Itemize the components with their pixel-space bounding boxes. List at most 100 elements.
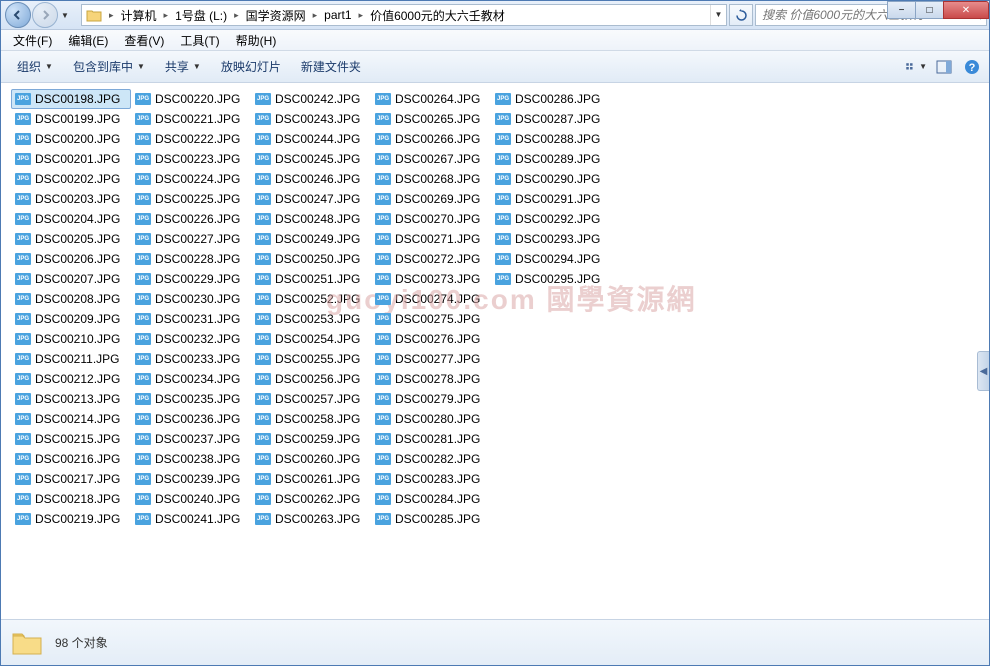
file-item[interactable]: DSC00238.JPG	[131, 449, 251, 469]
file-item[interactable]: DSC00236.JPG	[131, 409, 251, 429]
file-item[interactable]: DSC00287.JPG	[491, 109, 611, 129]
file-item[interactable]: DSC00204.JPG	[11, 209, 131, 229]
nav-history-dropdown[interactable]: ▼	[59, 5, 71, 25]
forward-button[interactable]	[32, 2, 58, 28]
menu-view[interactable]: 查看(V)	[116, 30, 172, 51]
chevron-right-icon[interactable]: ▸	[356, 10, 367, 21]
file-item[interactable]: DSC00270.JPG	[371, 209, 491, 229]
file-item[interactable]: DSC00257.JPG	[251, 389, 371, 409]
file-item[interactable]: DSC00202.JPG	[11, 169, 131, 189]
file-item[interactable]: DSC00294.JPG	[491, 249, 611, 269]
file-item[interactable]: DSC00274.JPG	[371, 289, 491, 309]
file-item[interactable]: DSC00207.JPG	[11, 269, 131, 289]
file-item[interactable]: DSC00218.JPG	[11, 489, 131, 509]
file-item[interactable]: DSC00251.JPG	[251, 269, 371, 289]
crumb-computer[interactable]: 计算机	[117, 5, 161, 25]
file-item[interactable]: DSC00248.JPG	[251, 209, 371, 229]
file-item[interactable]: DSC00259.JPG	[251, 429, 371, 449]
file-item[interactable]: DSC00219.JPG	[11, 509, 131, 529]
file-item[interactable]: DSC00212.JPG	[11, 369, 131, 389]
file-item[interactable]: DSC00260.JPG	[251, 449, 371, 469]
file-item[interactable]: DSC00201.JPG	[11, 149, 131, 169]
slideshow-button[interactable]: 放映幻灯片	[211, 54, 291, 79]
file-item[interactable]: DSC00206.JPG	[11, 249, 131, 269]
include-library-button[interactable]: 包含到库中▼	[63, 54, 155, 79]
file-item[interactable]: DSC00226.JPG	[131, 209, 251, 229]
menu-file[interactable]: 文件(F)	[5, 30, 60, 51]
file-item[interactable]: DSC00255.JPG	[251, 349, 371, 369]
file-item[interactable]: DSC00242.JPG	[251, 89, 371, 109]
file-item[interactable]: DSC00292.JPG	[491, 209, 611, 229]
file-item[interactable]: DSC00209.JPG	[11, 309, 131, 329]
file-item[interactable]: DSC00262.JPG	[251, 489, 371, 509]
file-item[interactable]: DSC00211.JPG	[11, 349, 131, 369]
file-item[interactable]: DSC00229.JPG	[131, 269, 251, 289]
file-item[interactable]: DSC00286.JPG	[491, 89, 611, 109]
file-item[interactable]: DSC00235.JPG	[131, 389, 251, 409]
file-item[interactable]: DSC00230.JPG	[131, 289, 251, 309]
file-item[interactable]: DSC00249.JPG	[251, 229, 371, 249]
file-item[interactable]: DSC00289.JPG	[491, 149, 611, 169]
file-item[interactable]: DSC00222.JPG	[131, 129, 251, 149]
file-item[interactable]: DSC00283.JPG	[371, 469, 491, 489]
file-item[interactable]: DSC00239.JPG	[131, 469, 251, 489]
file-item[interactable]: DSC00215.JPG	[11, 429, 131, 449]
file-item[interactable]: DSC00263.JPG	[251, 509, 371, 529]
file-item[interactable]: DSC00285.JPG	[371, 509, 491, 529]
file-item[interactable]: DSC00233.JPG	[131, 349, 251, 369]
file-item[interactable]: DSC00243.JPG	[251, 109, 371, 129]
file-item[interactable]: DSC00275.JPG	[371, 309, 491, 329]
file-item[interactable]: DSC00280.JPG	[371, 409, 491, 429]
file-item[interactable]: DSC00234.JPG	[131, 369, 251, 389]
file-item[interactable]: DSC00265.JPG	[371, 109, 491, 129]
chevron-right-icon[interactable]: ▸	[231, 10, 242, 21]
file-item[interactable]: DSC00217.JPG	[11, 469, 131, 489]
file-item[interactable]: DSC00278.JPG	[371, 369, 491, 389]
address-bar[interactable]: ▸ 计算机 ▸ 1号盘 (L:) ▸ 国学资源网 ▸ part1 ▸ 价值600…	[81, 4, 727, 26]
file-item[interactable]: DSC00271.JPG	[371, 229, 491, 249]
chevron-right-icon[interactable]: ▸	[106, 10, 117, 21]
file-item[interactable]: DSC00213.JPG	[11, 389, 131, 409]
file-list-area[interactable]: guoyi100.com 國學資源網 DSC00198.JPGDSC00199.…	[1, 83, 989, 619]
help-button[interactable]: ?	[961, 56, 983, 78]
view-options-button[interactable]: ▼	[905, 56, 927, 78]
menu-edit[interactable]: 编辑(E)	[60, 30, 116, 51]
file-item[interactable]: DSC00240.JPG	[131, 489, 251, 509]
file-item[interactable]: DSC00231.JPG	[131, 309, 251, 329]
file-item[interactable]: DSC00266.JPG	[371, 129, 491, 149]
file-item[interactable]: DSC00267.JPG	[371, 149, 491, 169]
file-item[interactable]: DSC00268.JPG	[371, 169, 491, 189]
crumb-folder-2[interactable]: part1	[320, 5, 355, 25]
menu-help[interactable]: 帮助(H)	[228, 30, 285, 51]
file-item[interactable]: DSC00273.JPG	[371, 269, 491, 289]
address-dropdown[interactable]: ▼	[710, 5, 726, 25]
file-item[interactable]: DSC00228.JPG	[131, 249, 251, 269]
file-item[interactable]: DSC00198.JPG	[11, 89, 131, 109]
file-item[interactable]: DSC00220.JPG	[131, 89, 251, 109]
file-item[interactable]: DSC00199.JPG	[11, 109, 131, 129]
file-item[interactable]: DSC00245.JPG	[251, 149, 371, 169]
file-item[interactable]: DSC00246.JPG	[251, 169, 371, 189]
preview-pane-button[interactable]	[933, 56, 955, 78]
file-item[interactable]: DSC00284.JPG	[371, 489, 491, 509]
file-item[interactable]: DSC00272.JPG	[371, 249, 491, 269]
file-item[interactable]: DSC00258.JPG	[251, 409, 371, 429]
close-button[interactable]: ✕	[943, 1, 989, 19]
file-item[interactable]: DSC00250.JPG	[251, 249, 371, 269]
file-item[interactable]: DSC00256.JPG	[251, 369, 371, 389]
crumb-drive[interactable]: 1号盘 (L:)	[171, 5, 231, 25]
file-item[interactable]: DSC00276.JPG	[371, 329, 491, 349]
file-item[interactable]: DSC00269.JPG	[371, 189, 491, 209]
file-item[interactable]: DSC00216.JPG	[11, 449, 131, 469]
file-item[interactable]: DSC00225.JPG	[131, 189, 251, 209]
file-item[interactable]: DSC00241.JPG	[131, 509, 251, 529]
crumb-folder-1[interactable]: 国学资源网	[242, 5, 310, 25]
organize-button[interactable]: 组织▼	[7, 54, 63, 79]
file-item[interactable]: DSC00237.JPG	[131, 429, 251, 449]
menu-tools[interactable]: 工具(T)	[172, 30, 227, 51]
file-item[interactable]: DSC00252.JPG	[251, 289, 371, 309]
file-item[interactable]: DSC00223.JPG	[131, 149, 251, 169]
chevron-right-icon[interactable]: ▸	[161, 10, 172, 21]
file-item[interactable]: DSC00261.JPG	[251, 469, 371, 489]
file-item[interactable]: DSC00254.JPG	[251, 329, 371, 349]
